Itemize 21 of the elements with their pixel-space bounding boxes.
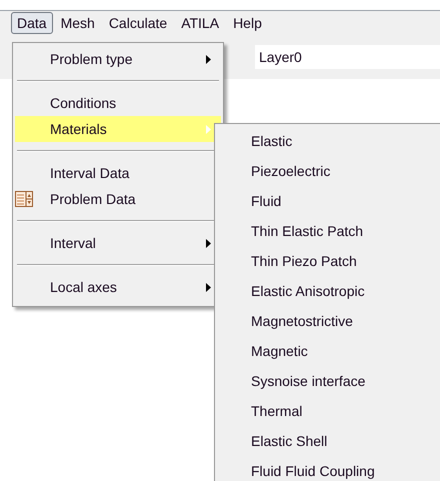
submenu-item[interactable]: Piezoelectric — [215, 156, 440, 186]
submenu-arrow-icon — [206, 125, 211, 134]
submenu-item[interactable]: Magnetostrictive — [215, 306, 440, 336]
menu-bar-item[interactable]: Mesh — [54, 12, 101, 34]
menu-item[interactable]: Conditions — [15, 90, 221, 116]
menu-bar-item[interactable]: Data — [11, 12, 53, 34]
submenu-item[interactable]: Thermal — [215, 396, 440, 426]
menu-bar-item[interactable]: Calculate — [102, 12, 174, 34]
table-icon — [15, 190, 33, 208]
submenu-arrow-icon — [206, 55, 211, 64]
menu-item[interactable]: Problem type — [15, 46, 221, 72]
submenu-arrow-icon — [206, 283, 211, 292]
layer-field[interactable]: Layer0 — [255, 45, 440, 69]
submenu-item[interactable]: Sysnoise interface — [215, 366, 440, 396]
submenu-item[interactable]: Magnetic — [215, 336, 440, 366]
menu-item[interactable]: Materials — [15, 116, 221, 142]
submenu-item[interactable]: Elastic Shell — [215, 426, 440, 456]
menu-bar-item[interactable]: ATILA — [175, 12, 226, 34]
menu-bar-item[interactable]: Help — [227, 12, 268, 34]
submenu-item[interactable]: Fluid Fluid Coupling — [215, 456, 440, 481]
submenu-arrow-icon — [206, 239, 211, 248]
